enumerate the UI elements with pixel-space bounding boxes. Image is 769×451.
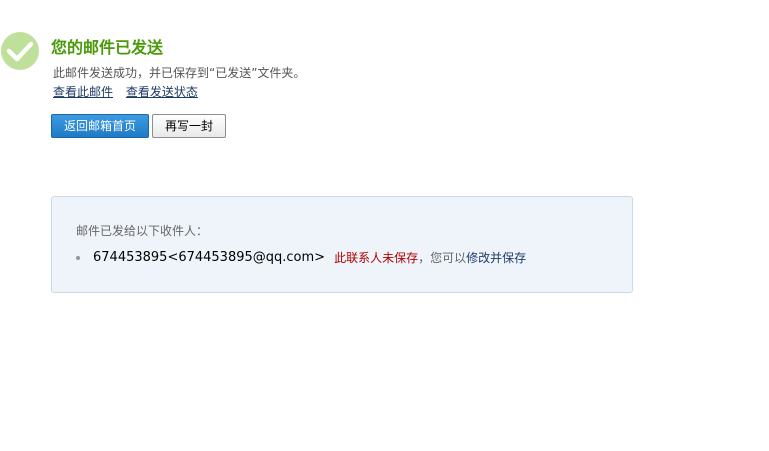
recipients-panel: 邮件已发给以下收件人： 674453895<674453895@qq.com> … (51, 196, 633, 293)
view-send-status-link[interactable]: 查看发送状态 (126, 85, 198, 99)
contact-unsaved-label: 此联系人未保存 (334, 251, 419, 265)
edit-and-save-link[interactable]: 修改并保存 (466, 249, 526, 266)
bullet-icon (76, 255, 80, 260)
status-description: 此邮件发送成功，并已保存到“已发送”文件夹。 (53, 66, 306, 80)
view-mail-link[interactable]: 查看此邮件 (53, 85, 113, 99)
back-to-inbox-button[interactable]: 返回邮箱首页 (51, 114, 149, 138)
save-hint-text: ，您可以 (418, 251, 467, 265)
mail-sent-page: 您的邮件已发送 此邮件发送成功，并已保存到“已发送”文件夹。 查看此邮件 查看发… (0, 0, 769, 451)
recipients-heading: 邮件已发给以下收件人： (76, 224, 209, 238)
write-another-button[interactable]: 再写一封 (152, 114, 226, 138)
page-title: 您的邮件已发送 (51, 38, 164, 57)
status-links: 查看此邮件 查看发送状态 (53, 83, 207, 100)
recipient-address: 674453895<674453895@qq.com> (93, 250, 326, 265)
list-item: 674453895<674453895@qq.com> 此联系人未保存 ，您可以… (76, 249, 526, 266)
check-circle-icon (1, 32, 39, 70)
